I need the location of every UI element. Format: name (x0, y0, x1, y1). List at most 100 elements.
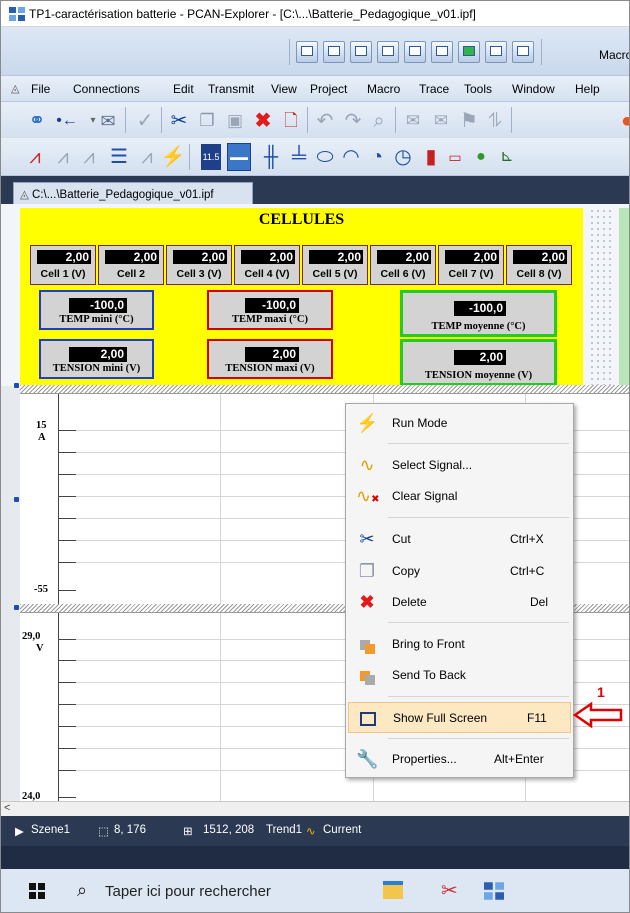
message-timer-icon[interactable]: ✉ (96, 109, 120, 133)
chart-2-icon[interactable]: ⩘ (77, 145, 101, 169)
windows-start-icon[interactable] (29, 883, 45, 899)
cut-icon[interactable]: ✂ (167, 109, 191, 133)
cells-panel[interactable]: CELLULES 2,00 Cell 1 (V) 2,00 Cell 2 2,00 C… (20, 208, 583, 386)
menu-clear-signal[interactable]: ∿✖ Clear Signal (348, 481, 571, 511)
slider-2-icon[interactable]: ╧ (287, 145, 311, 169)
copy-icon[interactable]: ❐ (195, 109, 219, 133)
chart-icon[interactable]: ⩘ (51, 145, 75, 169)
transmit-arrow-icon[interactable]: •← (55, 109, 79, 133)
scroll-left-icon[interactable]: < (4, 802, 10, 814)
window-list-icon[interactable] (377, 41, 399, 63)
temp-avg-display[interactable]: -100,0 TEMP moyenne (°C) (400, 290, 557, 337)
new-doc-icon[interactable]: 🗋 (279, 109, 303, 133)
menu-project[interactable]: Project (310, 82, 347, 96)
menu-edit[interactable]: Edit (173, 82, 194, 96)
macro-toolbar-label[interactable]: Macro (599, 48, 629, 62)
temp-min-value: -100,0 (69, 298, 127, 313)
cell-3-display[interactable]: 2,00 Cell 3 (V) (166, 245, 232, 285)
cell-7-display[interactable]: 2,00 Cell 7 (V) (438, 245, 504, 285)
led-display-icon[interactable]: ▬▬ (227, 143, 251, 171)
search-icon[interactable]: ⌕ (77, 880, 87, 901)
resize-handle[interactable] (14, 383, 19, 388)
lightning-icon[interactable]: ⚡ (161, 145, 186, 169)
pcan-taskbar-icon[interactable] (484, 882, 504, 900)
cell-2-display[interactable]: 2,00 Cell 2 (98, 245, 164, 285)
horizontal-scrollbar[interactable]: < (1, 801, 629, 816)
cell-6-display[interactable]: 2,00 Cell 6 (V) (370, 245, 436, 285)
symbol-icon[interactable]: ⚑ (457, 109, 481, 133)
menu-connections[interactable]: Connections (73, 82, 140, 96)
window-tile-icon[interactable] (296, 41, 318, 63)
document-tab[interactable]: ◬ C:\...\Batterie_Pedagogique_v01.ipf (13, 182, 253, 204)
menu-copy[interactable]: ❐ Copy Ctrl+C (348, 556, 571, 586)
connect-icon[interactable]: ⚭ (25, 109, 49, 133)
green-dot-icon[interactable]: ● (469, 145, 493, 169)
window-arrow-icon[interactable] (458, 41, 480, 63)
window-clock-icon[interactable] (431, 41, 453, 63)
cell-5-display[interactable]: 2,00 Cell 5 (V) (302, 245, 368, 285)
window-zoom-icon[interactable] (404, 41, 426, 63)
selection-hatch-top[interactable] (20, 385, 629, 393)
menu-select-signal[interactable]: ∿ Select Signal... (348, 450, 571, 480)
find-icon[interactable]: ⌕ (367, 109, 391, 133)
menu-show-full-screen[interactable]: Show Full Screen F11 (348, 702, 571, 733)
delete-icon[interactable]: ✖ (251, 109, 275, 133)
y-tick (58, 639, 76, 640)
resize-handle[interactable] (14, 497, 19, 502)
resize-handle[interactable] (14, 605, 19, 610)
file-explorer-icon[interactable] (383, 881, 403, 899)
window-link-icon[interactable] (350, 41, 372, 63)
numeric-display-icon[interactable]: 11.5 (197, 144, 225, 170)
menu-transmit[interactable]: Transmit (208, 82, 254, 96)
dial-icon[interactable]: ◷ (391, 145, 415, 169)
menu-run-mode[interactable]: ⚡ Run Mode (348, 408, 571, 438)
volt-min-display[interactable]: 2,00 TENSION mini (V) (39, 339, 154, 379)
menu-send-to-back[interactable]: Send To Back (348, 660, 571, 690)
cell-8-display[interactable]: 2,00 Cell 8 (V) (506, 245, 572, 285)
window-edit-icon[interactable] (485, 41, 507, 63)
window-cascade-icon[interactable] (323, 41, 345, 63)
menu-cut[interactable]: ✂ Cut Ctrl+X (348, 524, 571, 554)
gauge-2-icon[interactable]: ◔ (365, 145, 389, 169)
volt-avg-display[interactable]: 2,00 TENSION moyenne (V) (400, 339, 557, 386)
cell-1-display[interactable]: 2,00 Cell 1 (V) (30, 245, 96, 285)
taskbar-search-input[interactable]: Taper ici pour rechercher (105, 883, 271, 900)
gauge-icon[interactable]: ◠ (339, 145, 363, 169)
check-icon[interactable]: ✓ (133, 109, 157, 133)
ellipse-icon[interactable]: ⬭ (313, 145, 337, 169)
snipping-tool-icon[interactable]: ✂ (441, 878, 458, 903)
adjacent-panel-edge[interactable] (619, 208, 629, 386)
menu-bring-to-front[interactable]: Bring to Front (348, 629, 571, 659)
menu-macro[interactable]: Macro (367, 82, 400, 96)
cell-4-display[interactable]: 2,00 Cell 4 (V) (234, 245, 300, 285)
record-icon[interactable]: ● (615, 109, 629, 133)
menu-properties[interactable]: 🔧 Properties... Alt+Enter (348, 744, 571, 774)
annotation-number: 1 (597, 684, 605, 700)
chart-3-icon[interactable]: ⩘ (135, 145, 159, 169)
menu-view[interactable]: View (271, 82, 297, 96)
trend-icon[interactable]: ⊾ (495, 145, 519, 169)
indicator-icon[interactable]: ▮ (419, 145, 443, 169)
bar-icon[interactable]: ▭ (443, 145, 467, 169)
paste-icon[interactable]: ▣ (223, 109, 247, 133)
window-message-icon[interactable] (512, 41, 534, 63)
slider-icon[interactable]: ╫ (259, 145, 283, 169)
menu-tools[interactable]: Tools (464, 82, 492, 96)
temp-min-display[interactable]: -100,0 TEMP mini (°C) (39, 290, 154, 330)
step-icon[interactable]: ⥮ (483, 109, 507, 133)
redo-icon[interactable]: ↷ (341, 109, 365, 133)
menu-help[interactable]: Help (575, 82, 600, 96)
line-chart-icon[interactable]: ⩘ (23, 145, 47, 169)
message-filter-icon[interactable]: ✉ (401, 109, 425, 133)
menu-file[interactable]: File (31, 82, 50, 96)
menu-trace[interactable]: Trace (419, 82, 449, 96)
menu-window[interactable]: Window (512, 82, 555, 96)
temp-max-display[interactable]: -100,0 TEMP maxi (°C) (207, 290, 333, 330)
message-edit-icon[interactable]: ✉ (429, 109, 453, 133)
menu-delete[interactable]: ✖ Delete Del (348, 587, 571, 617)
menu-item-label: Select Signal... (392, 458, 473, 472)
volt-max-display[interactable]: 2,00 TENSION maxi (V) (207, 339, 333, 379)
undo-icon[interactable]: ↶ (313, 109, 337, 133)
cell-label: Cell 2 (116, 268, 145, 280)
list-icon[interactable]: ☰ (107, 145, 131, 169)
